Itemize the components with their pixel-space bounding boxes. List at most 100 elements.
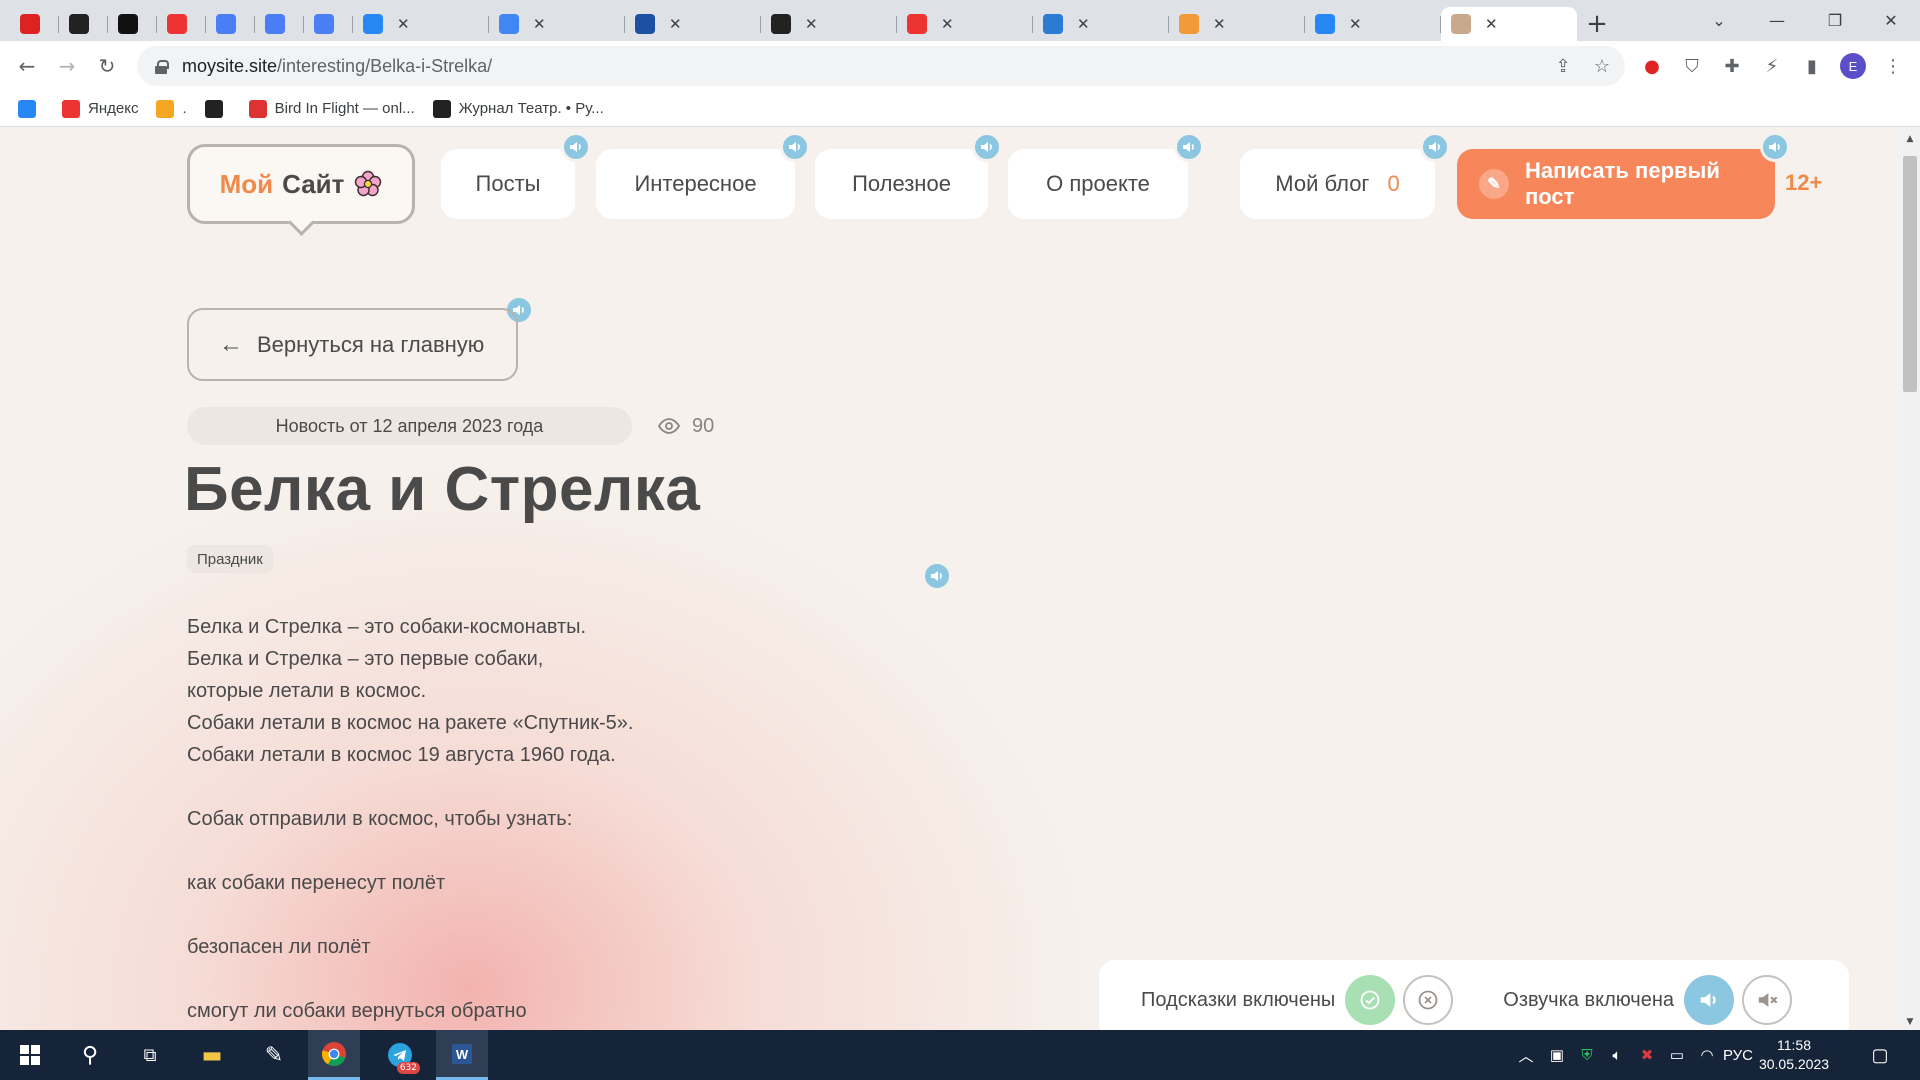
tab-close-icon[interactable]: ✕: [941, 15, 954, 33]
chrome-icon[interactable]: [308, 1030, 360, 1080]
tab-close-icon[interactable]: ✕: [1349, 15, 1362, 33]
bookmark-item[interactable]: [204, 99, 231, 118]
bookmark-label: Яндекс: [88, 100, 139, 117]
speaker-icon[interactable]: [1420, 132, 1450, 162]
side-panel-icon[interactable]: ▮: [1797, 51, 1827, 81]
bookmark-item[interactable]: Bird In Flight — onl...: [248, 99, 415, 118]
tab-close-icon[interactable]: ✕: [1485, 15, 1498, 33]
browser-tab[interactable]: Пои✕: [1169, 7, 1305, 41]
tray-network-alert-icon[interactable]: ✖: [1634, 1030, 1660, 1080]
tray-wifi-icon[interactable]: ◠: [1694, 1030, 1720, 1080]
write-first-post-button[interactable]: ✎ Написать первый пост: [1457, 149, 1775, 219]
hints-off-button[interactable]: [1403, 975, 1454, 1025]
chat-check-icon: [1360, 990, 1380, 1010]
tab-strip: VK Соци✕лояльно✕ВКонтак✕На что с✕Миллен✕…: [0, 0, 1577, 41]
nav-interesting[interactable]: Интересное: [596, 149, 795, 219]
browser-tab[interactable]: [255, 7, 304, 41]
back-arrow-icon[interactable]: ←: [12, 51, 42, 81]
bookmark-item[interactable]: Яндекс: [62, 99, 139, 118]
tray-volume-icon[interactable]: 🔈︎: [1604, 1030, 1630, 1080]
speaker-icon[interactable]: [780, 132, 810, 162]
bookmark-item[interactable]: .: [156, 99, 187, 118]
site-logo[interactable]: Мой Сайт: [187, 144, 415, 224]
browser-tab[interactable]: [304, 7, 353, 41]
address-bar[interactable]: moysite.site/interesting/Belka-i-Strelka…: [137, 46, 1625, 86]
profile-avatar[interactable]: E: [1840, 53, 1866, 79]
tray-language[interactable]: РУС: [1720, 1030, 1756, 1080]
task-view-icon[interactable]: ⧉: [124, 1030, 176, 1080]
scroll-down-icon[interactable]: ▼: [1900, 1014, 1920, 1030]
notifications-icon[interactable]: ▢: [1860, 1030, 1900, 1080]
browser-tab[interactable]: Благотв✕: [1305, 7, 1441, 41]
menu-dots-icon[interactable]: ⋮: [1878, 51, 1908, 81]
tray-expand-icon[interactable]: ︿: [1512, 1030, 1540, 1080]
maximize-button[interactable]: ❐: [1806, 0, 1864, 41]
scroll-up-icon[interactable]: ▲: [1900, 131, 1920, 147]
speaker-icon[interactable]: [922, 561, 952, 591]
tab-close-icon[interactable]: ✕: [533, 15, 546, 33]
tab-close-icon[interactable]: ✕: [669, 15, 682, 33]
browser-tab[interactable]: Миллен✕: [897, 7, 1033, 41]
back-to-home-button[interactable]: ← Вернуться на главную: [187, 308, 518, 381]
performance-icon[interactable]: ⚡: [1757, 51, 1787, 81]
bookmark-item[interactable]: [18, 99, 44, 118]
share-icon[interactable]: ⇪: [1549, 46, 1577, 86]
lock-icon[interactable]: [155, 59, 169, 74]
browser-tab[interactable]: [108, 7, 157, 41]
voice-off-button[interactable]: [1742, 975, 1793, 1025]
flower-icon: [354, 170, 382, 198]
bookmark-star-icon[interactable]: ☆: [1588, 46, 1616, 86]
reload-icon[interactable]: ↻: [92, 51, 122, 81]
browser-tab[interactable]: [10, 7, 59, 41]
tray-battery-icon[interactable]: ▭: [1664, 1030, 1690, 1080]
new-tab-button[interactable]: +: [1577, 7, 1617, 41]
hints-on-button[interactable]: [1345, 975, 1396, 1025]
extension-red-icon[interactable]: ●: [1637, 51, 1667, 81]
browser-tab[interactable]: [59, 7, 108, 41]
shield-extension-icon[interactable]: ⛉: [1677, 51, 1707, 81]
windows-start-icon[interactable]: [4, 1030, 56, 1080]
browser-tab[interactable]: VK Соци✕: [353, 7, 489, 41]
voice-on-button[interactable]: [1684, 975, 1735, 1025]
nav-about[interactable]: О проекте: [1008, 149, 1188, 219]
file-explorer-icon[interactable]: ▬: [186, 1030, 238, 1080]
scroll-thumb[interactable]: [1903, 156, 1917, 392]
browser-tab[interactable]: ВКонтак✕: [625, 7, 761, 41]
vk-icon: [1315, 14, 1335, 34]
tab-close-icon[interactable]: ✕: [1077, 15, 1090, 33]
browser-tab[interactable]: Мой сай✕: [1441, 7, 1577, 41]
tab-search-icon[interactable]: ⌄: [1690, 0, 1748, 41]
nav-posts[interactable]: Посты: [441, 149, 575, 219]
paint-icon[interactable]: ✎: [248, 1030, 300, 1080]
minimize-button[interactable]: —: [1748, 0, 1806, 41]
browser-tab[interactable]: лояльно✕: [489, 7, 625, 41]
speaker-icon[interactable]: [1174, 132, 1204, 162]
browser-tab[interactable]: [206, 7, 255, 41]
search-icon[interactable]: ⚲: [64, 1030, 116, 1080]
browser-tab[interactable]: На что с✕: [761, 7, 897, 41]
puzzle-extensions-icon[interactable]: ✚: [1717, 51, 1747, 81]
nav-my-blog[interactable]: Мой блог 0: [1240, 149, 1435, 219]
telegram-icon[interactable]: 632: [374, 1030, 426, 1080]
word-icon[interactable]: W: [436, 1030, 488, 1080]
article-paragraph: которые летали в космос.: [187, 680, 427, 702]
taskbar-clock[interactable]: 11:58 30.05.2023: [1752, 1036, 1836, 1074]
tab-close-icon[interactable]: ✕: [1213, 15, 1226, 33]
speaker-icon[interactable]: [972, 132, 1002, 162]
speaker-icon[interactable]: [1760, 132, 1790, 162]
svg-text:W: W: [456, 1047, 469, 1062]
tab-close-icon[interactable]: ✕: [805, 15, 818, 33]
browser-tab[interactable]: Официа✕: [1033, 7, 1169, 41]
bookmark-item[interactable]: Журнал Театр. • Ру...: [432, 99, 604, 118]
tray-shield-icon[interactable]: ⛨: [1574, 1030, 1600, 1080]
browser-tab[interactable]: [157, 7, 206, 41]
page-scrollbar[interactable]: ▲ ▼: [1900, 128, 1920, 1030]
yandex-icon: [62, 99, 80, 118]
nav-useful[interactable]: Полезное: [815, 149, 988, 219]
forward-arrow-icon[interactable]: →: [52, 51, 82, 81]
article-tag[interactable]: Праздник: [187, 545, 273, 573]
speaker-icon[interactable]: [561, 132, 591, 162]
tab-close-icon[interactable]: ✕: [397, 15, 410, 33]
close-window-button[interactable]: ✕: [1862, 0, 1920, 41]
tray-device-icon[interactable]: ▣: [1544, 1030, 1570, 1080]
